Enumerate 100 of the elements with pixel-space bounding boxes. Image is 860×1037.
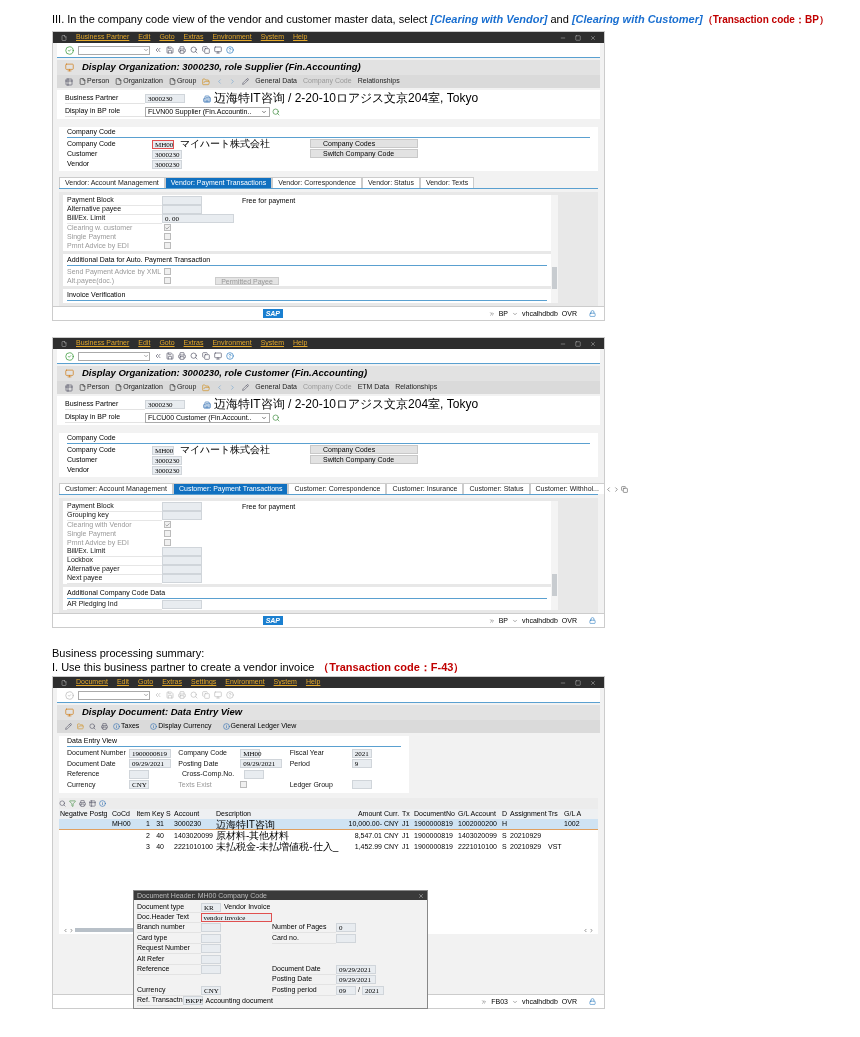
input-field[interactable] xyxy=(351,780,372,790)
folder-icon[interactable] xyxy=(202,383,211,392)
input-field[interactable] xyxy=(201,923,221,933)
scrollbar[interactable] xyxy=(551,501,558,610)
caret-icon[interactable] xyxy=(512,998,518,1005)
close-icon[interactable] xyxy=(590,34,596,41)
command-field[interactable] xyxy=(78,351,150,361)
folder-icon[interactable] xyxy=(202,77,211,86)
pencil-icon[interactable] xyxy=(65,723,72,730)
input-field[interactable] xyxy=(162,196,202,205)
help-icon[interactable] xyxy=(226,691,234,699)
command-field[interactable] xyxy=(78,690,150,700)
caret-icon xyxy=(143,47,149,53)
check-icon[interactable] xyxy=(65,690,74,700)
input-field[interactable] xyxy=(244,769,264,779)
search-icon[interactable] xyxy=(190,352,198,360)
document-icon xyxy=(115,78,123,85)
save-icon[interactable] xyxy=(166,46,174,54)
input-field[interactable] xyxy=(162,556,202,565)
scrollbar[interactable] xyxy=(551,195,558,303)
table-cell: 未払税金-未払増値税-仕入_ xyxy=(215,841,339,852)
printer-icon[interactable] xyxy=(178,352,186,360)
input-field[interactable] xyxy=(162,574,202,583)
tab-list-icon[interactable] xyxy=(620,486,628,493)
input-field[interactable] xyxy=(201,944,221,954)
chevron-left-icon[interactable] xyxy=(604,486,612,493)
caret-icon[interactable] xyxy=(512,617,518,624)
maximize-icon[interactable] xyxy=(575,340,581,347)
input-field[interactable] xyxy=(129,769,149,779)
copy-icon[interactable] xyxy=(202,352,210,360)
printer-icon[interactable] xyxy=(101,723,108,730)
search-icon[interactable] xyxy=(59,800,66,807)
command-field[interactable] xyxy=(78,45,150,55)
minimize-icon[interactable] xyxy=(560,340,566,347)
lock-icon xyxy=(589,310,596,317)
search-icon[interactable] xyxy=(190,46,198,54)
pencil-icon[interactable] xyxy=(242,78,250,85)
caret-icon[interactable] xyxy=(512,310,518,317)
step-text: I. Use this business partner to create a vendor invoice （Transaction code：F-43） xyxy=(52,660,466,674)
search-icon[interactable] xyxy=(89,723,96,730)
copy-icon[interactable] xyxy=(202,46,210,54)
input-field[interactable] xyxy=(336,933,356,943)
chevron-left-icon[interactable] xyxy=(583,927,588,933)
input-field[interactable] xyxy=(201,954,221,964)
save-icon[interactable] xyxy=(166,691,174,699)
partner-address: 迈海特IT咨询 / 2-20-10ロアジス文京204室, Tokyo xyxy=(214,398,479,411)
printer-icon[interactable] xyxy=(79,800,86,807)
help-icon[interactable] xyxy=(226,352,234,360)
lock-icon xyxy=(589,998,596,1005)
check-icon xyxy=(165,521,170,528)
double-chevron-icon[interactable] xyxy=(154,46,162,54)
chevron-left-icon[interactable] xyxy=(63,927,68,933)
input-field[interactable] xyxy=(201,933,221,943)
monitor-icon[interactable] xyxy=(214,691,222,699)
chevron-right-icon[interactable] xyxy=(69,927,74,933)
double-chevron-icon[interactable] xyxy=(481,998,488,1005)
screen-title: Display Document: Data Entry View xyxy=(82,705,243,720)
input-field[interactable] xyxy=(162,205,202,214)
check-icon[interactable] xyxy=(65,351,74,361)
input-field[interactable] xyxy=(162,600,202,609)
close-icon[interactable] xyxy=(590,679,596,686)
monitor-icon[interactable] xyxy=(214,352,222,360)
minimize-icon[interactable] xyxy=(560,34,566,41)
help-icon[interactable] xyxy=(226,46,234,54)
check-icon xyxy=(165,224,170,231)
double-chevron-icon[interactable] xyxy=(488,310,495,317)
chevron-right-icon[interactable] xyxy=(612,486,620,493)
building-icon xyxy=(203,400,211,409)
input-field[interactable] xyxy=(201,965,221,975)
monitor-icon[interactable] xyxy=(214,46,222,54)
double-chevron-icon[interactable] xyxy=(488,617,495,624)
document-icon xyxy=(79,78,86,85)
check-icon[interactable] xyxy=(65,45,74,55)
search-icon[interactable] xyxy=(272,107,280,116)
input-field[interactable] xyxy=(162,565,202,574)
pencil-icon[interactable] xyxy=(242,384,250,391)
maximize-icon[interactable] xyxy=(575,679,581,686)
double-chevron-icon[interactable] xyxy=(154,691,162,699)
filter-icon[interactable] xyxy=(69,800,76,807)
minimize-icon[interactable] xyxy=(560,679,566,686)
folder-icon[interactable] xyxy=(77,723,84,730)
close-icon[interactable] xyxy=(418,892,424,899)
printer-icon[interactable] xyxy=(178,691,186,699)
search-icon[interactable] xyxy=(190,691,198,699)
maximize-icon[interactable] xyxy=(575,34,581,41)
caret-icon xyxy=(143,353,149,359)
horizontal-scrollbar[interactable] xyxy=(75,928,135,932)
info-icon[interactable] xyxy=(99,800,106,807)
input-field[interactable] xyxy=(162,502,202,511)
close-icon[interactable] xyxy=(590,340,596,347)
table-cell-text: 原材料-其他材料 xyxy=(215,830,291,841)
double-chevron-icon[interactable] xyxy=(154,352,162,360)
input-field[interactable] xyxy=(162,547,202,556)
copy-icon[interactable] xyxy=(202,691,210,699)
chevron-right-icon[interactable] xyxy=(589,927,594,933)
input-field[interactable] xyxy=(162,511,202,520)
table-icon[interactable] xyxy=(89,800,96,807)
search-icon[interactable] xyxy=(272,413,280,422)
printer-icon[interactable] xyxy=(178,46,186,54)
save-icon[interactable] xyxy=(166,352,174,360)
